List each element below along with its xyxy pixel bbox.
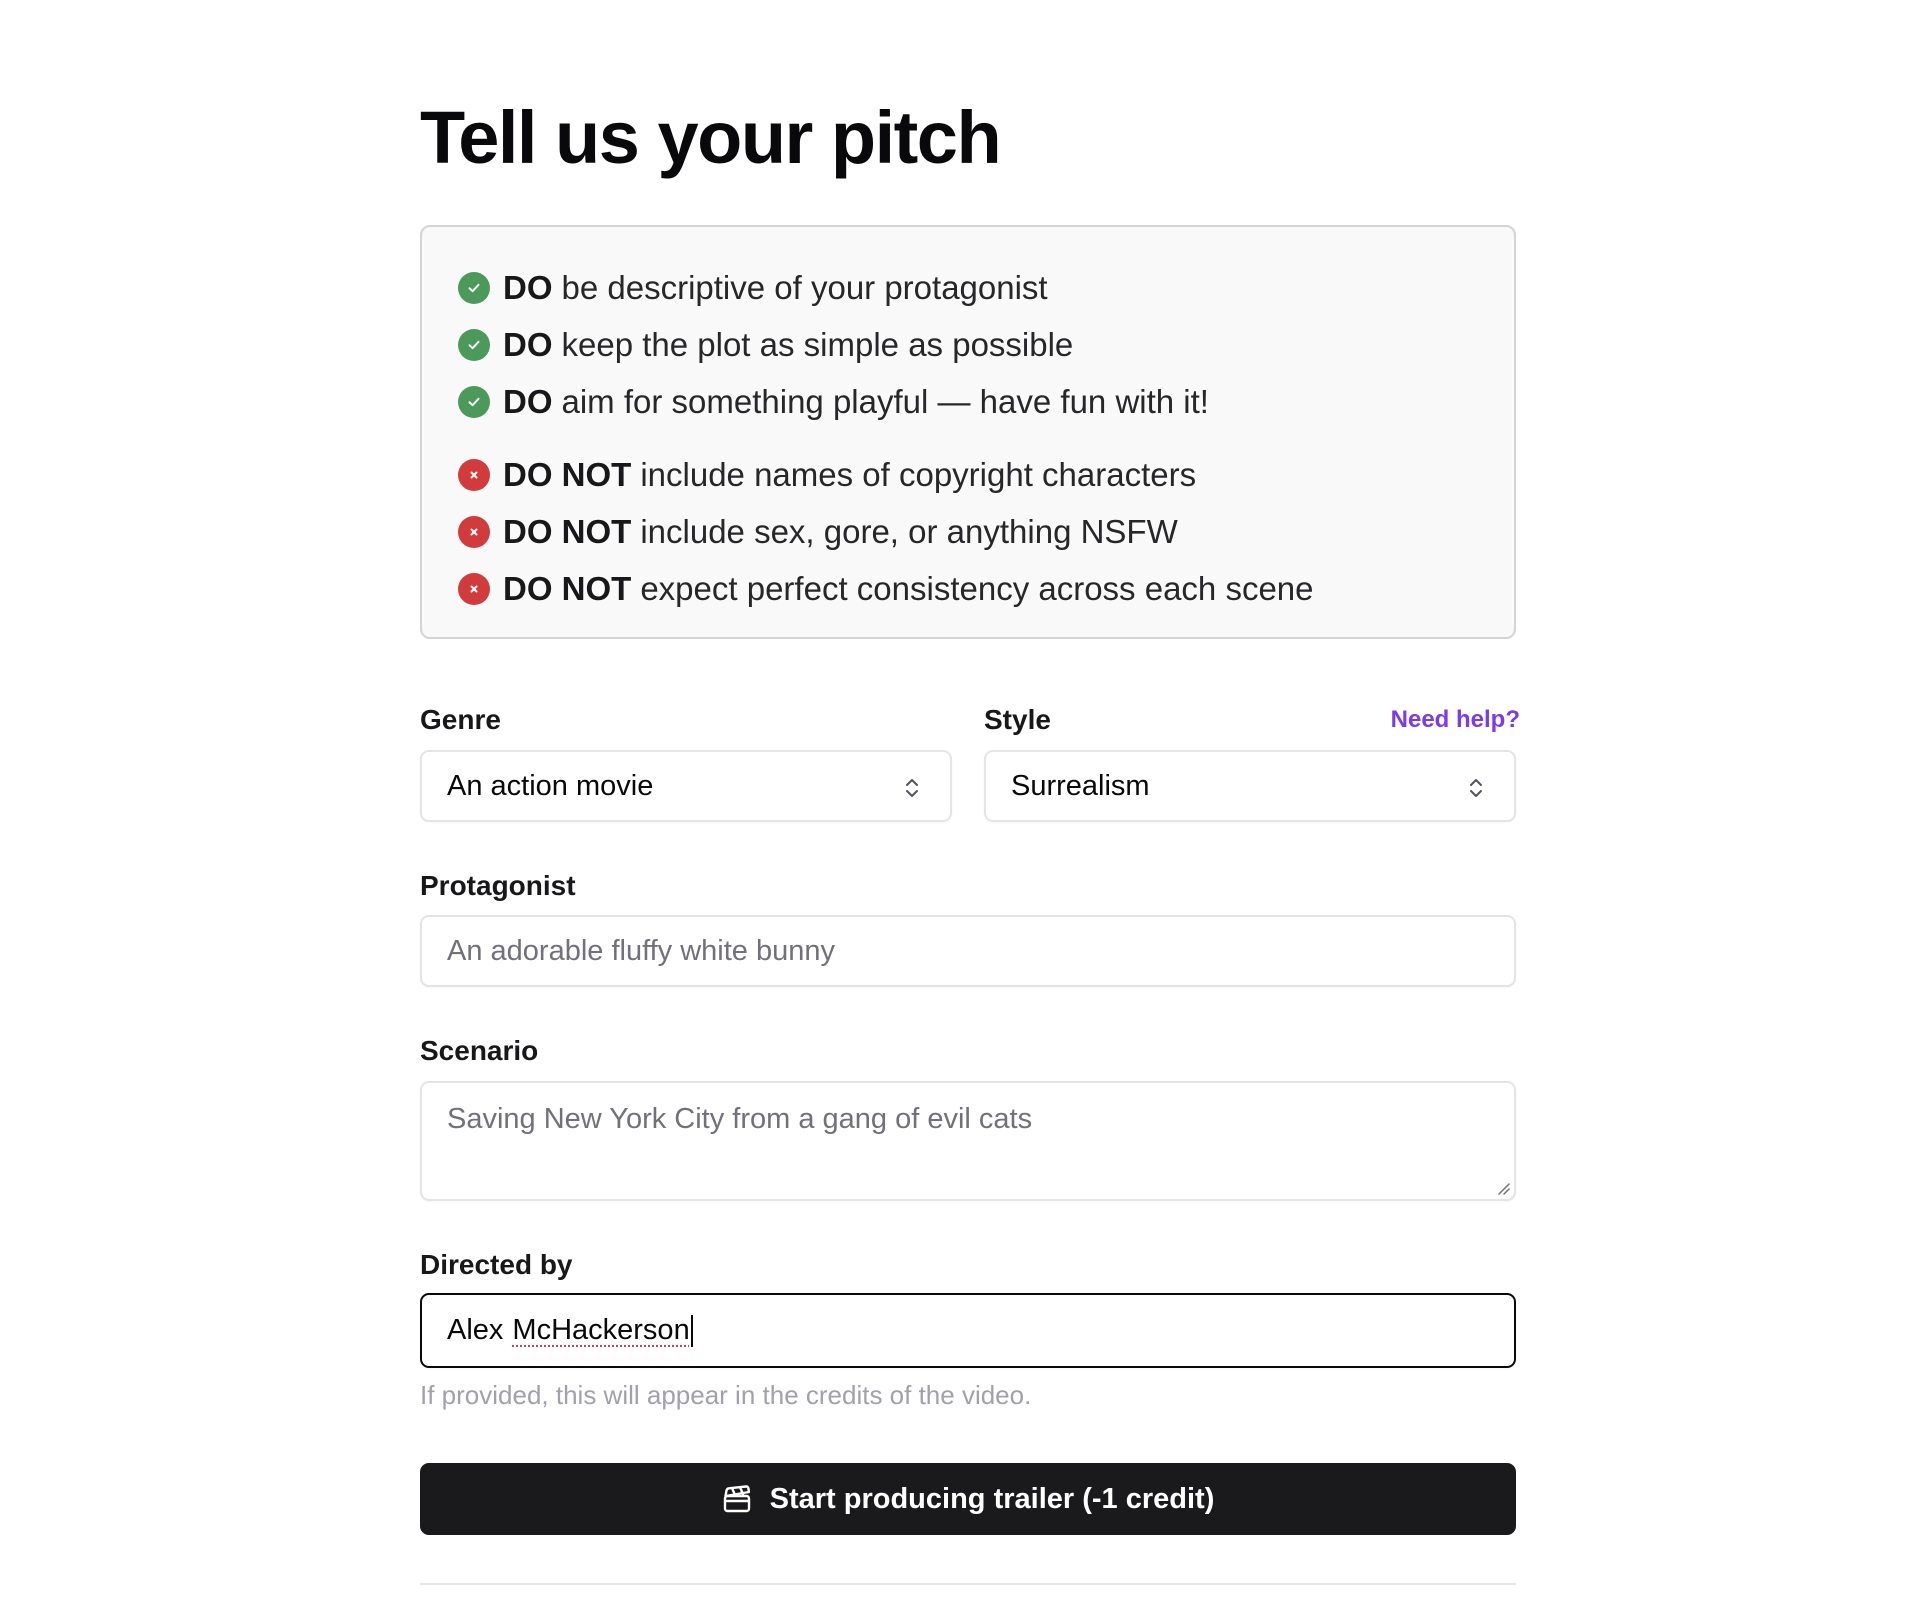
- genre-label: Genre: [420, 704, 501, 735]
- dont-rule: DO NOT include sex, gore, or anything NS…: [458, 512, 1178, 552]
- genre-select[interactable]: An action movie: [420, 750, 952, 822]
- directed-by-input[interactable]: Alex McHackerson: [420, 1293, 1516, 1368]
- divider: [420, 1583, 1516, 1585]
- do-rule: DO aim for something playful — have fun …: [458, 382, 1209, 422]
- rule-text: be descriptive of your protagonist: [561, 269, 1048, 306]
- directed-by-label: Directed by: [420, 1249, 573, 1280]
- rule-text: include names of copyright characters: [640, 456, 1197, 493]
- rule-keyword: DO NOT: [503, 570, 632, 607]
- rule-text: expect perfect consistency across each s…: [640, 570, 1314, 607]
- rule-keyword: DO NOT: [503, 456, 632, 493]
- do-rule: DO keep the plot as simple as possible: [458, 325, 1073, 365]
- chevron-up-down-icon: [906, 779, 918, 797]
- resize-handle-icon[interactable]: [1496, 1181, 1510, 1195]
- scenario-placeholder: Saving New York City from a gang of evil…: [447, 1103, 1033, 1135]
- style-selected-value: Surrealism: [1011, 769, 1150, 802]
- scenario-label: Scenario: [420, 1035, 539, 1066]
- start-producing-label: Start producing trailer (-1 credit): [769, 1482, 1215, 1515]
- start-producing-button[interactable]: Start producing trailer (-1 credit): [420, 1463, 1516, 1535]
- rule-keyword: DO: [503, 269, 553, 306]
- dont-rule: DO NOT expect perfect consistency across…: [458, 569, 1314, 609]
- rule-keyword: DO: [503, 383, 553, 420]
- page-title: Tell us your pitch: [420, 96, 1002, 179]
- check-icon: [458, 272, 490, 304]
- style-select[interactable]: Surrealism: [984, 750, 1516, 822]
- scenario-textarea[interactable]: Saving New York City from a gang of evil…: [420, 1081, 1516, 1201]
- x-icon: [458, 459, 490, 491]
- protagonist-input[interactable]: An adorable fluffy white bunny: [420, 915, 1516, 987]
- check-icon: [458, 329, 490, 361]
- do-rule: DO be descriptive of your protagonist: [458, 268, 1048, 308]
- dont-rule: DO NOT include names of copyright charac…: [458, 455, 1196, 495]
- rule-keyword: DO: [503, 326, 553, 363]
- rule-text: aim for something playful — have fun wit…: [561, 383, 1209, 420]
- rule-keyword: DO NOT: [503, 513, 632, 550]
- x-icon: [458, 573, 490, 605]
- directed-by-value-first: Alex: [447, 1314, 504, 1346]
- protagonist-label: Protagonist: [420, 870, 576, 901]
- chevron-up-down-icon: [1470, 779, 1482, 797]
- directed-by-value-second: McHackerson: [512, 1314, 690, 1346]
- rule-text: include sex, gore, or anything NSFW: [640, 513, 1178, 550]
- need-help-link[interactable]: Need help?: [1391, 706, 1520, 734]
- text-cursor: [690, 1314, 693, 1347]
- x-icon: [458, 516, 490, 548]
- clapperboard-icon: [723, 1485, 750, 1513]
- guidelines-box: DO be descriptive of your protagonist DO…: [420, 225, 1516, 639]
- style-label: Style: [984, 704, 1051, 735]
- genre-selected-value: An action movie: [447, 769, 654, 802]
- page: Tell us your pitch DO be descriptive of …: [0, 0, 1920, 1612]
- protagonist-placeholder: An adorable fluffy white bunny: [447, 934, 836, 967]
- check-icon: [458, 386, 490, 418]
- rule-text: keep the plot as simple as possible: [561, 326, 1074, 363]
- directed-by-hint: If provided, this will appear in the cre…: [420, 1380, 1032, 1410]
